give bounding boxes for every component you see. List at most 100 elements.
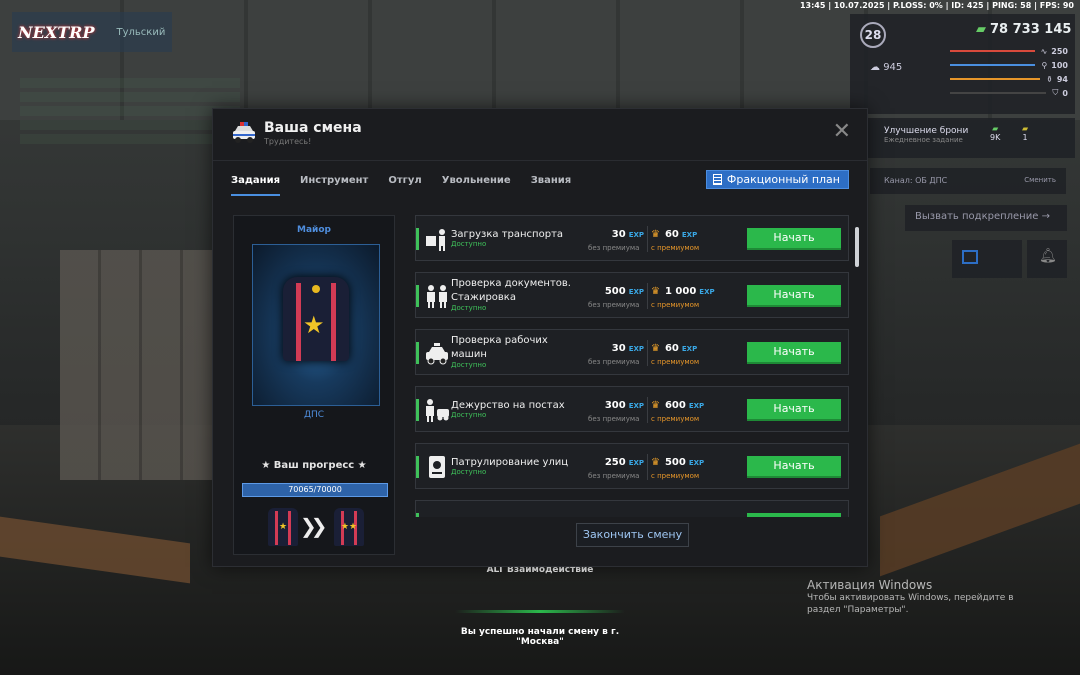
modal-title: Ваша смена — [264, 120, 362, 136]
shift-notice: Вы успешно начали смену в г. "Москва" — [450, 610, 630, 647]
status-strip — [416, 513, 419, 517]
status-strip — [416, 342, 419, 364]
reward-value: 9K — [990, 133, 1001, 142]
notice-text: Вы успешно начали смену в г. "Москва" — [460, 627, 620, 647]
premium-value: 600 — [664, 400, 686, 411]
quest-title: Улучшение брони — [884, 126, 969, 136]
task-status: Доступно — [451, 361, 487, 369]
rank-panel: Майор ★ ДПС ★ Ваш прогресс ★ 70065/70000… — [233, 215, 395, 555]
tab-dismissal[interactable]: Увольнение — [442, 175, 511, 196]
modal-header: Ваша смена Трудитесь! ✕ — [213, 109, 867, 161]
start-task-button[interactable]: Начать — [747, 285, 841, 307]
base-value: 300 — [604, 400, 626, 411]
start-task-button[interactable]: Начать — [747, 399, 841, 421]
inventory-slots — [8, 600, 158, 660]
base-label: без премиума — [588, 358, 640, 366]
premium-value: 60 — [664, 343, 679, 354]
premium-value: 500 — [664, 457, 686, 468]
arrow-right-icon: → — [1041, 211, 1050, 222]
premium-reward: ♛ 60 EXP — [651, 343, 697, 354]
backup-label: Вызвать подкрепление — [915, 211, 1039, 222]
modal-tabs: Задания Инструмент Отгул Увольнение Зван… — [231, 175, 591, 196]
divider — [647, 283, 648, 309]
quest-subtitle: Ежедневное задание — [884, 136, 963, 144]
start-task-button[interactable]: Начать — [747, 456, 841, 478]
server-name: Тульский — [116, 26, 166, 38]
premium-label: с премиумом — [651, 358, 700, 366]
watermark-subtitle: Чтобы активировать Windows, перейдите в … — [807, 593, 1014, 615]
officers-icon — [427, 285, 447, 308]
premium-reward: ♛ 500 EXP — [651, 457, 704, 468]
tab-dayoff[interactable]: Отгул — [388, 175, 421, 196]
base-reward: 30 EXP — [576, 343, 644, 354]
crown-icon: ♛ — [651, 229, 660, 240]
channel-switch[interactable]: Сменить — [1024, 176, 1056, 184]
rank-card: ★ — [252, 244, 380, 406]
stamina-value: 100 — [1051, 60, 1068, 70]
premium-label: с премиумом — [651, 472, 700, 480]
passport-icon — [429, 456, 445, 478]
loader-icon — [426, 229, 445, 251]
end-shift-button[interactable]: Закончить смену — [576, 523, 689, 547]
chevron-right-icon: ❯❯ — [300, 514, 327, 538]
task-row: Загрузка транспорта Доступно 30 EXP без п… — [415, 215, 849, 261]
run-icon: ⚲ — [1041, 60, 1048, 70]
exp-tag: EXP — [628, 231, 644, 239]
faction-plan-button[interactable]: Фракционный план — [705, 170, 849, 189]
task-status: Доступно — [451, 240, 487, 248]
money-value: 78 733 145 — [990, 22, 1072, 37]
divider — [647, 397, 648, 423]
rank-department: ДПС — [303, 410, 325, 420]
exp-tag: EXP — [688, 459, 705, 467]
status-strip — [416, 456, 419, 478]
exp-tag: EXP — [628, 459, 644, 467]
task-row: Дежурство на постах Доступно 300 EXP без … — [415, 386, 849, 432]
ticket-icon: ▰ — [1022, 124, 1029, 133]
pulse-icon: ∿ — [1040, 46, 1048, 56]
close-icon[interactable]: ✕ — [833, 121, 851, 143]
progress-label: ★ Ваш прогресс ★ — [261, 460, 367, 471]
notifications-button[interactable]: 🔔︎ — [1027, 240, 1067, 278]
calendar-icon — [962, 250, 978, 264]
base-reward: 300 EXP — [576, 400, 644, 411]
daily-quest[interactable]: Улучшение брони Ежедневное задание ▰ 9K ▰… — [850, 118, 1075, 158]
document-icon — [712, 174, 722, 185]
base-value: 30 — [611, 229, 626, 240]
shield-icon: ⛉ — [1052, 88, 1059, 97]
stat-bars: ∿ 250 ⚲ 100 ⚱ 94 ⛉ 0 — [950, 44, 1068, 100]
exp-tag: EXP — [688, 402, 705, 410]
start-task-button[interactable]: Начать — [747, 342, 841, 364]
premium-reward: ♛ 60 EXP — [651, 229, 697, 240]
premium-label: с премиумом — [651, 415, 700, 423]
tab-tools[interactable]: Инструмент — [300, 175, 368, 196]
status-strip — [416, 285, 419, 307]
start-task-button[interactable] — [747, 513, 841, 517]
task-row: Патрулирование улиц Доступно 250 EXP без … — [415, 443, 849, 489]
tab-ranks[interactable]: Звания — [531, 175, 572, 196]
premium-reward: ♛ 1 000 EXP — [651, 286, 715, 297]
task-status: Доступно — [451, 468, 487, 476]
karma-icon: ☁ — [870, 62, 884, 73]
hunger-value: 94 — [1056, 74, 1068, 84]
police-car-icon — [426, 343, 448, 365]
quest-reward-item: ▰ 1 — [1022, 124, 1028, 142]
karma-display: ☁ 945 — [870, 62, 902, 73]
start-task-button[interactable]: Начать — [747, 228, 841, 250]
channel-label: Канал: ОБ ДПС — [884, 176, 948, 185]
exp-tag: EXP — [699, 288, 715, 296]
calendar-widget[interactable] — [952, 240, 1022, 278]
scrollbar[interactable] — [855, 227, 859, 267]
server-logo: NEXTRP Тульский — [12, 12, 172, 52]
lockers — [60, 250, 220, 480]
base-value: 30 — [611, 343, 626, 354]
logo-text: NEXTRP — [18, 22, 95, 42]
call-backup-button[interactable]: Вызвать подкрепление → — [905, 205, 1067, 231]
hunger-bar: ⚱ 94 — [950, 72, 1068, 86]
task-row — [415, 500, 849, 517]
divider — [647, 340, 648, 366]
base-label: без премиума — [588, 244, 640, 252]
radio-channel[interactable]: Канал: ОБ ДПС Сменить — [870, 168, 1066, 194]
tab-tasks[interactable]: Задания — [231, 175, 281, 196]
exp-tag: EXP — [628, 288, 644, 296]
task-name: Проверка рабочих машин — [451, 335, 548, 360]
